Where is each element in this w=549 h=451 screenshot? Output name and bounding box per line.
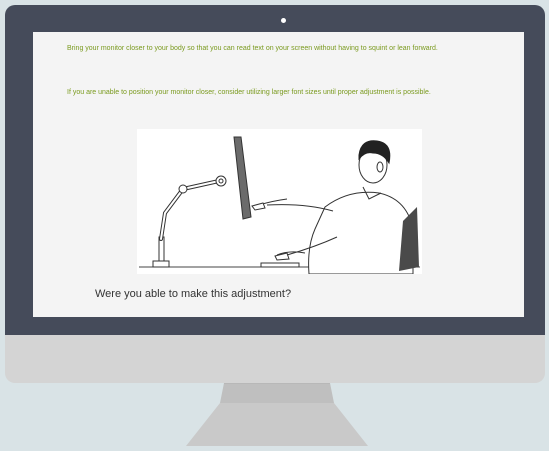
instruction-text-distance: Bring your monitor closer to your body s… [67,45,438,52]
person-at-monitor-illustration-icon [139,136,420,275]
monitor-screen: Bring your monitor closer to your body s… [33,32,524,317]
ergonomic-illustration [137,129,422,275]
adjustment-question: Were you able to make this adjustment? [95,288,292,300]
monitor-chin [5,335,545,383]
monitor-stand [0,382,549,446]
camera-icon [281,18,286,23]
instruction-text-font-size: If you are unable to position your monit… [67,89,431,96]
monitor-bezel: Bring your monitor closer to your body s… [5,5,545,335]
monitor-stand-icon [186,382,368,446]
